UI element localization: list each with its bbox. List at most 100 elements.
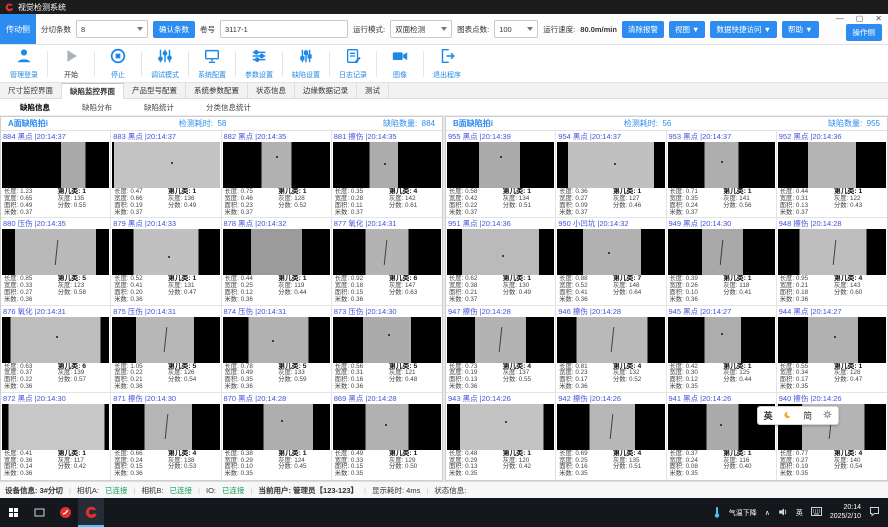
defect-info: 长度: 0.36宽度: 0.27面积: 0.09米数: 0.37第几类: 1灰度… [556,188,665,217]
defect-meter: 米数: 0.37 [449,210,503,217]
defect-meter: 米数: 0.36 [225,384,279,391]
defect-info: 长度: 0.49宽度: 0.33面积: 0.15米数: 0.35第几类: 1灰度… [332,450,442,480]
defect-cell-943[interactable]: 943 黑点 |20:14:26长度: 0.48宽度: 0.29面积: 0.13… [446,393,556,480]
system-config-button[interactable]: 系统配置 [190,47,234,80]
defect-cell-954[interactable]: 954 黑点 |20:14:37长度: 0.36宽度: 0.27面积: 0.09… [556,131,666,218]
view-menu-button[interactable]: 视图 ▼ [669,21,706,38]
input-method-app-icon[interactable] [52,498,78,527]
ime-simplified-mode[interactable]: 简 [803,409,812,422]
help-menu-button[interactable]: 帮助 ▼ [782,21,819,38]
chart-points-select[interactable]: 100 [494,20,538,38]
defect-cell-946[interactable]: 946 擦伤 |20:14:28长度: 0.81宽度: 0.23面积: 0.17… [556,306,666,393]
start-button[interactable] [0,498,26,527]
param-settings-button[interactable]: 参数设置 [237,47,281,80]
tray-expand-icon[interactable]: ∧ [765,509,770,517]
log-record-button[interactable]: 日志记录 [331,47,375,80]
device-info: 设备信息: 3#分切 [5,485,63,496]
defect-cell-877[interactable]: 877 氧化 |20:14:31长度: 0.92宽度: 0.18面积: 0.15… [332,218,442,305]
defect-mark [165,414,169,439]
start-button[interactable]: 开始 [49,47,93,80]
defect-cell-876[interactable]: 876 氧化 |20:14:31长度: 0.63宽度: 0.37面积: 0.22… [1,306,111,393]
defect-cell-header: 881 擦伤 |20:14:35 [332,131,442,142]
defect-settings-button[interactable]: 缺陷设置 [284,47,328,80]
data-quick-access-menu-button[interactable]: 数据快捷访问 ▼ [710,21,777,38]
gear-icon[interactable] [823,410,832,421]
defect-cell-944[interactable]: 944 黑点 |20:14:27长度: 0.55宽度: 0.34面积: 0.17… [777,306,887,393]
operator-side-button[interactable]: 操作侧 [846,24,883,41]
volume-icon[interactable] [778,507,788,519]
tab-缺陷监控界面[interactable]: 缺陷监控界面 [62,83,124,99]
defect-cell-870[interactable]: 870 黑点 |20:14:28长度: 0.38宽度: 0.29面积: 0.10… [222,393,332,480]
close-button[interactable]: ✕ [875,14,882,23]
drive-side-button[interactable]: 传动侧 [0,14,36,44]
defect-mark [56,336,58,338]
tab-尺寸监控界面[interactable]: 尺寸监控界面 [0,83,62,98]
manage-login-button[interactable]: 管理登录 [2,47,46,80]
tab-状态信息[interactable]: 状态信息 [248,83,295,98]
defectset-icon [296,47,316,70]
defect-score: 分数: 0.54 [168,377,218,384]
language-indicator[interactable]: 英 [796,508,803,518]
defect-cell-949[interactable]: 949 黑点 |20:14:30长度: 0.39宽度: 0.26面积: 0.10… [667,218,777,305]
debug-mode-button[interactable]: 调试模式 [143,47,187,80]
subtab-缺陷信息[interactable]: 缺陷信息 [20,102,50,113]
slit-count-select[interactable]: 8 [76,20,148,38]
taskbar-clock[interactable]: 20:14 2025/2/10 [830,504,861,521]
defect-cell-873[interactable]: 873 压伤 |20:14:30长度: 0.56宽度: 0.31面积: 0.16… [332,306,442,393]
defect-cell-874[interactable]: 874 压伤 |20:14:31长度: 0.78宽度: 0.49面积: 0.35… [222,306,332,393]
defect-cell-945[interactable]: 945 黑点 |20:14:27长度: 0.42宽度: 0.30面积: 0.12… [667,306,777,393]
defect-cell-951[interactable]: 951 黑点 |20:14:36长度: 0.62宽度: 0.38面积: 0.21… [446,218,556,305]
subtab-缺陷统计[interactable]: 缺陷统计 [144,102,174,113]
action-label: 开始 [64,70,78,80]
notification-center-icon[interactable] [869,506,880,519]
defect-cell-869[interactable]: 869 黑点 |20:14:28长度: 0.49宽度: 0.33面积: 0.15… [332,393,442,480]
defect-info: 长度: 0.73宽度: 0.19面积: 0.13米数: 0.36第几类: 4灰度… [446,363,555,392]
defect-cell-952[interactable]: 952 黑点 |20:14:36长度: 0.44宽度: 0.31面积: 0.13… [777,131,887,218]
tab-系统参数配置[interactable]: 系统参数配置 [186,83,248,98]
defect-cell-884[interactable]: 884 黑点 |20:14:37长度: 1.23宽度: 0.65面积: 0.49… [1,131,111,218]
clear-alarm-button[interactable]: 清除报警 [622,21,664,38]
defect-cell-871[interactable]: 871 擦伤 |20:14:30长度: 0.66宽度: 0.24面积: 0.15… [111,393,221,480]
vision-app-icon[interactable] [78,498,104,527]
tab-边缘数据记录[interactable]: 边缘数据记录 [295,83,357,98]
defect-cell-header: 948 擦伤 |20:14:28 [777,218,887,229]
task-view-button[interactable] [26,498,52,527]
ime-english-mode[interactable]: 英 [764,409,773,422]
user-icon [14,47,34,70]
moon-icon[interactable] [784,411,792,421]
defect-cell-883[interactable]: 883 黑点 |20:14:37长度: 0.47宽度: 0.66面积: 0.19… [111,131,221,218]
image-button[interactable]: 图像 [378,47,422,80]
defect-cell-955[interactable]: 955 黑点 |20:14:39长度: 0.58宽度: 0.42面积: 0.22… [446,131,556,218]
slit-count-label: 分切条数 [41,24,71,35]
weather-label[interactable]: 气温下降 [729,508,757,518]
defect-cell-947[interactable]: 947 擦伤 |20:14:28长度: 0.73宽度: 0.19面积: 0.13… [446,306,556,393]
defect-mark [502,255,504,257]
defect-cell-942[interactable]: 942 擦伤 |20:14:26长度: 0.69宽度: 0.25面积: 0.16… [556,393,666,480]
subtab-缺陷分布[interactable]: 缺陷分布 [82,102,112,113]
camera-b-label: 相机B: [141,485,163,496]
defect-cell-880[interactable]: 880 压伤 |20:14:35长度: 0.85宽度: 0.33面积: 0.27… [1,218,111,305]
defect-cell-948[interactable]: 948 擦伤 |20:14:28长度: 0.95宽度: 0.21面积: 0.18… [777,218,887,305]
defect-cell-872[interactable]: 872 黑点 |20:14:30长度: 0.41宽度: 0.36面积: 0.14… [1,393,111,480]
minimize-button[interactable]: — [836,14,844,23]
tab-产品型号配置[interactable]: 产品型号配置 [124,83,186,98]
defect-cell-882[interactable]: 882 黑点 |20:14:35长度: 0.75宽度: 0.46面积: 0.23… [222,131,332,218]
tab-测试[interactable]: 测试 [357,83,389,98]
defect-cell-875[interactable]: 875 压伤 |20:14:31长度: 1.05宽度: 0.22面积: 0.21… [111,306,221,393]
display-time: 显示耗时: 4ms [372,485,420,496]
defect-cell-881[interactable]: 881 擦伤 |20:14:35长度: 0.35宽度: 0.28面积: 0.11… [332,131,442,218]
touch-keyboard-icon[interactable] [811,507,822,518]
defect-cell-950[interactable]: 950 小凹坑 |20:14:32长度: 0.88宽度: 0.52面积: 0.4… [556,218,666,305]
confirm-count-button[interactable]: 确认条数 [153,21,195,38]
roll-number-label: 卷号 [200,24,215,35]
defect-cell-953[interactable]: 953 黑点 |20:14:37长度: 0.71宽度: 0.35面积: 0.24… [667,131,777,218]
stop-button[interactable]: 停止 [96,47,140,80]
maximize-button[interactable]: ▢ [856,14,864,23]
subtab-分类信息统计[interactable]: 分类信息统计 [206,102,251,113]
defect-score: 分数: 0.52 [613,377,663,384]
exit-program-button[interactable]: 退出程序 [425,47,469,80]
roll-number-input[interactable]: 3117-1 [220,20,348,38]
defect-cell-879[interactable]: 879 黑点 |20:14:33长度: 0.52宽度: 0.41面积: 0.20… [111,218,221,305]
defect-cell-878[interactable]: 878 黑点 |20:14:32长度: 0.44宽度: 0.25面积: 0.12… [222,218,332,305]
run-mode-select[interactable]: 双面检测 [390,20,452,38]
